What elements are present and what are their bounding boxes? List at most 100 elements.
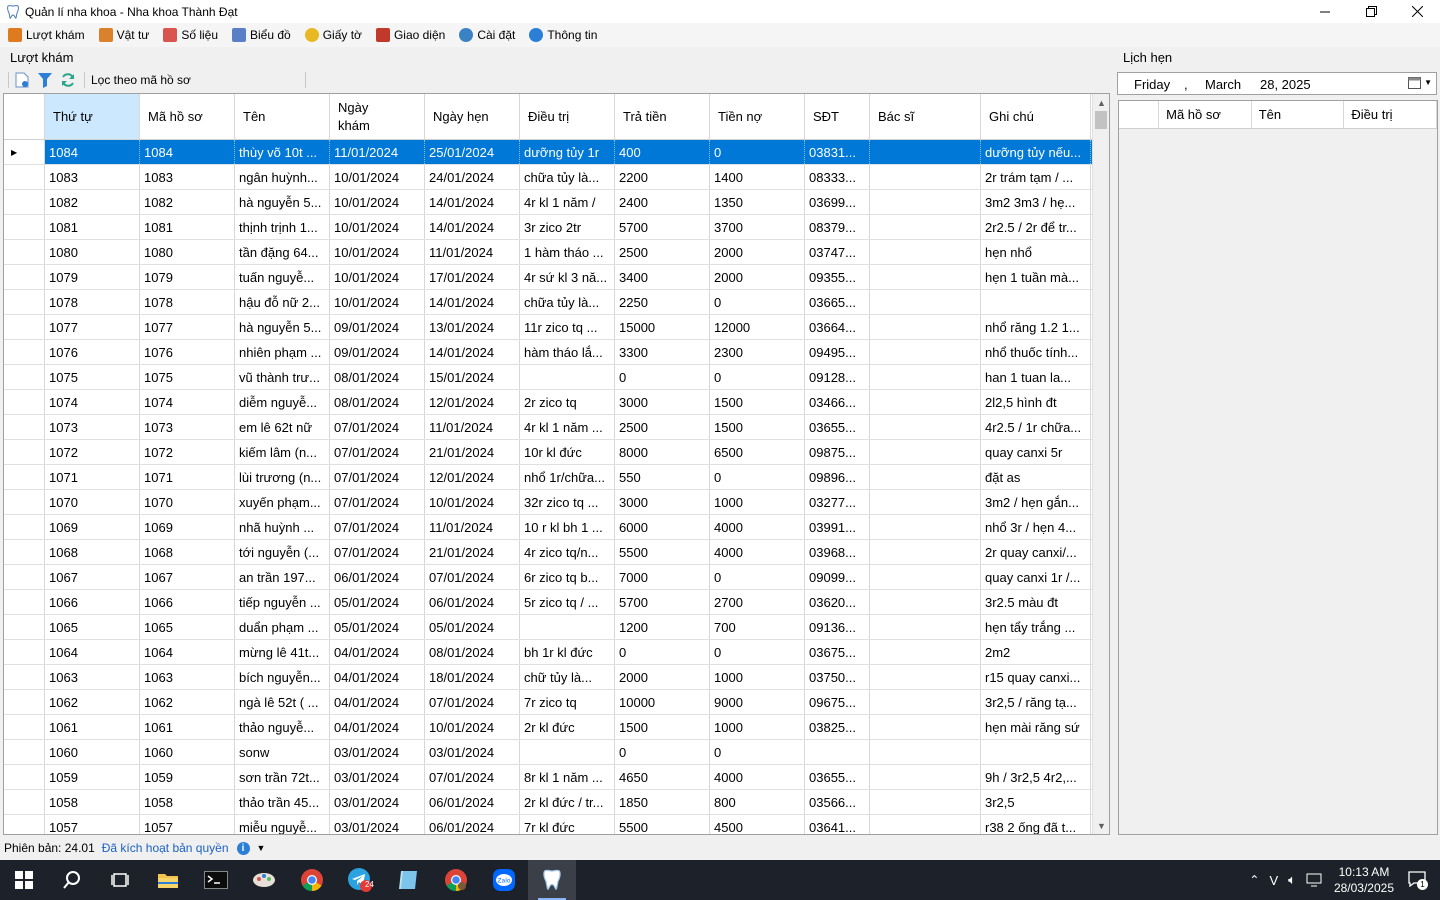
table-cell[interactable]: chữa tủy là... (520, 165, 615, 189)
table-cell[interactable]: 2000 (710, 265, 805, 289)
table-cell[interactable]: tuấn nguyễ... (235, 265, 330, 289)
table-cell[interactable]: 10 r kl bh 1 ... (520, 515, 615, 539)
table-cell[interactable] (870, 515, 981, 539)
table-cell[interactable]: 03466... (805, 390, 870, 414)
appointment-column-header[interactable]: Mã hồ sơ (1159, 101, 1252, 128)
table-cell[interactable]: 09675... (805, 690, 870, 714)
table-cell[interactable]: 10/01/2024 (330, 215, 425, 239)
table-row[interactable]: 1074 1074 diễm nguyễ... 08/01/2024 12/01/202… (4, 390, 1092, 415)
table-cell[interactable]: 10000 (615, 690, 710, 714)
table-cell[interactable]: 5r zico tq / ... (520, 590, 615, 614)
table-cell[interactable]: 17/01/2024 (425, 265, 520, 289)
table-cell[interactable]: 1075 (45, 365, 140, 389)
table-cell[interactable]: 09495... (805, 340, 870, 364)
appointments-grid[interactable]: Mã hồ sơ Tên Điều trị (1118, 100, 1438, 835)
table-cell[interactable]: 09/01/2024 (330, 315, 425, 339)
table-cell[interactable]: 1064 (140, 640, 235, 664)
table-cell[interactable]: thịnh trịnh 1... (235, 215, 330, 239)
table-cell[interactable]: 2200 (615, 165, 710, 189)
table-cell[interactable]: 1081 (45, 215, 140, 239)
table-cell[interactable]: 03566... (805, 790, 870, 814)
table-cell[interactable]: 1060 (45, 740, 140, 764)
table-cell[interactable]: 1083 (45, 165, 140, 189)
menu-box[interactable]: Vật tư (98, 28, 149, 42)
table-cell[interactable]: 1069 (140, 515, 235, 539)
table-cell[interactable]: 1400 (710, 165, 805, 189)
table-cell[interactable]: 18/01/2024 (425, 665, 520, 689)
table-cell[interactable] (805, 740, 870, 764)
table-cell[interactable] (870, 390, 981, 414)
table-cell[interactable]: 04/01/2024 (330, 690, 425, 714)
table-cell[interactable] (870, 315, 981, 339)
table-cell[interactable]: 08/01/2024 (330, 365, 425, 389)
calendar-dropdown-button[interactable]: ▼ (1408, 76, 1432, 89)
chevron-up-icon[interactable]: ⌃ (1249, 873, 1259, 887)
table-cell[interactable]: chữa tủy là... (520, 290, 615, 314)
table-row[interactable]: 1065 1065 duẩn phạm ... 05/01/2024 05/01/202… (4, 615, 1092, 640)
column-header[interactable]: Điều trị (520, 94, 615, 139)
table-cell[interactable]: 550 (615, 465, 710, 489)
table-cell[interactable]: 1062 (45, 690, 140, 714)
table-cell[interactable]: dưỡng tủy 1r (520, 140, 615, 164)
table-cell[interactable]: 1500 (615, 715, 710, 739)
table-cell[interactable] (870, 140, 981, 164)
table-cell[interactable]: 5700 (615, 590, 710, 614)
chevron-down-icon[interactable]: ▼ (257, 843, 266, 853)
table-cell[interactable]: 03/01/2024 (330, 765, 425, 789)
table-cell[interactable]: 14/01/2024 (425, 340, 520, 364)
table-cell[interactable] (870, 215, 981, 239)
table-cell[interactable]: 09136... (805, 615, 870, 639)
appointment-column-header[interactable]: Tên (1252, 101, 1345, 128)
table-cell[interactable]: 4000 (710, 515, 805, 539)
table-cell[interactable]: 1079 (140, 265, 235, 289)
table-cell[interactable]: 03/01/2024 (425, 740, 520, 764)
table-row[interactable]: 1081 1081 thịnh trịnh 1... 10/01/2024 14/01/… (4, 215, 1092, 240)
table-cell[interactable]: quay canxi 5r (981, 440, 1091, 464)
menu-brush[interactable]: Giao diện (375, 28, 445, 42)
table-cell[interactable]: thảo trần 45... (235, 790, 330, 814)
row-header[interactable] (4, 565, 45, 589)
table-cell[interactable]: 32r zico tq ... (520, 490, 615, 514)
table-row[interactable]: 1064 1064 mừng lê 41t... 04/01/2024 08/01/20… (4, 640, 1092, 665)
table-cell[interactable]: 1077 (140, 315, 235, 339)
column-header[interactable]: Mã hồ sơ (140, 94, 235, 139)
row-header[interactable] (4, 190, 45, 214)
table-cell[interactable]: 1500 (710, 390, 805, 414)
table-cell[interactable]: an trần 197... (235, 565, 330, 589)
table-cell[interactable] (870, 165, 981, 189)
table-cell[interactable]: 4650 (615, 765, 710, 789)
row-header[interactable] (4, 365, 45, 389)
table-cell[interactable]: hẹn tẩy trắng ... (981, 615, 1091, 639)
row-header[interactable] (4, 690, 45, 714)
column-header[interactable]: Ngày hẹn (425, 94, 520, 139)
table-cell[interactable]: 1067 (45, 565, 140, 589)
visits-grid[interactable]: Thứ tự Mã hồ sơ Tên Ngày khám Ngày hẹn Điều t… (3, 93, 1110, 835)
table-cell[interactable]: 1081 (140, 215, 235, 239)
table-cell[interactable]: 11/01/2024 (425, 415, 520, 439)
table-row[interactable]: 1076 1076 nhiên phạm ... 09/01/2024 14/01/20… (4, 340, 1092, 365)
column-header[interactable]: Ghi chú (981, 94, 1091, 139)
table-cell[interactable] (870, 740, 981, 764)
table-cell[interactable]: 07/01/2024 (425, 565, 520, 589)
row-header[interactable] (4, 440, 45, 464)
table-cell[interactable]: 3400 (615, 265, 710, 289)
table-cell[interactable]: 6500 (710, 440, 805, 464)
table-cell[interactable]: 1059 (140, 765, 235, 789)
table-row[interactable]: 1083 1083 ngân huỳnh... 10/01/2024 24/01/202… (4, 165, 1092, 190)
table-cell[interactable]: r15 quay canxi... (981, 665, 1091, 689)
table-cell[interactable]: 1072 (140, 440, 235, 464)
table-cell[interactable]: 4000 (710, 540, 805, 564)
table-cell[interactable]: 2500 (615, 415, 710, 439)
table-cell[interactable]: 14/01/2024 (425, 190, 520, 214)
table-cell[interactable] (870, 440, 981, 464)
table-cell[interactable]: hẹn mài răng sứ (981, 715, 1091, 739)
table-cell[interactable]: 1077 (45, 315, 140, 339)
zalo-app[interactable]: Zalo (480, 860, 528, 900)
table-cell[interactable]: kiếm lâm (n... (235, 440, 330, 464)
table-cell[interactable] (870, 540, 981, 564)
chrome-app[interactable] (288, 860, 336, 900)
table-cell[interactable]: vũ thành trư... (235, 365, 330, 389)
table-cell[interactable]: 5500 (615, 815, 710, 834)
table-cell[interactable]: 1058 (140, 790, 235, 814)
table-cell[interactable]: 12000 (710, 315, 805, 339)
